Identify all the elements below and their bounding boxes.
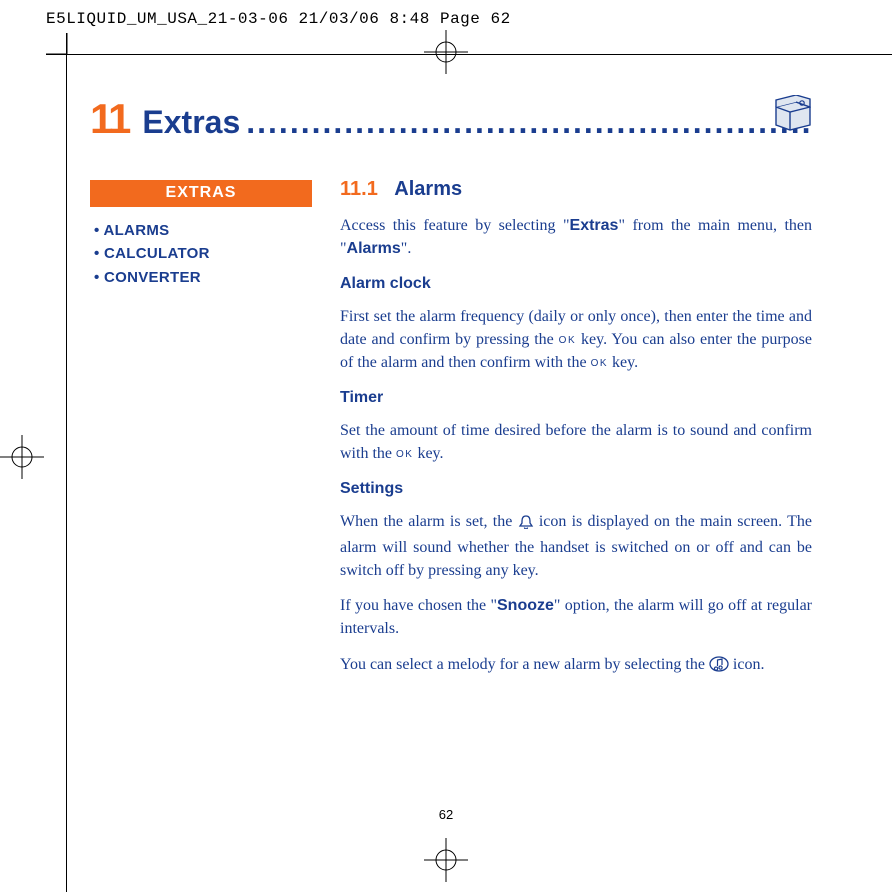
text: key.: [413, 445, 443, 462]
subheading-timer: Timer: [340, 387, 812, 410]
sidebar-item-converter: • CONVERTER: [94, 266, 312, 289]
text: Access this feature by selecting ": [340, 217, 570, 234]
section-number: 11.1: [340, 178, 378, 200]
settings-paragraph-1: When the alarm is set, the icon is displ…: [340, 511, 812, 582]
sidebar-menu: EXTRAS • ALARMS • CALCULATOR • CONVERTER: [90, 180, 312, 289]
sidebar-title: EXTRAS: [90, 180, 312, 207]
settings-paragraph-3: You can select a melody for a new alarm …: [340, 654, 812, 680]
section-title: Alarms: [394, 178, 462, 200]
intro-paragraph: Access this feature by selecting "Extras…: [340, 215, 812, 260]
text: icon.: [729, 656, 765, 673]
section-heading: 11.1 Alarms: [340, 178, 812, 201]
page-number: 62: [0, 807, 892, 822]
text: When the alarm is set, the: [340, 513, 518, 530]
ok-key-icon: OK: [591, 358, 608, 369]
crop-corner-icon: [46, 33, 68, 55]
registration-mark-left-icon: [0, 435, 44, 479]
text-bold: Alarms: [347, 240, 401, 257]
text: If you have chosen the ": [340, 597, 497, 614]
registration-mark-bottom-icon: [424, 838, 468, 882]
print-header: E5LIQUID_UM_USA_21-03-06 21/03/06 8:48 P…: [46, 10, 511, 28]
extras-box-icon: [772, 95, 814, 131]
ok-key-icon: OK: [396, 449, 413, 460]
text: ".: [401, 240, 412, 257]
text-bold: Snooze: [497, 597, 554, 614]
settings-paragraph-2: If you have chosen the "Snooze" option, …: [340, 595, 812, 640]
chapter-title: Extras: [142, 104, 240, 141]
alarm-clock-paragraph: First set the alarm frequency (daily or …: [340, 306, 812, 374]
chapter-heading: 11 Extras ..............................…: [90, 95, 814, 143]
crop-vertical-line: [66, 33, 67, 892]
chapter-number: 11: [90, 95, 128, 143]
melody-note-icon: [709, 656, 729, 680]
timer-paragraph: Set the amount of time desired before th…: [340, 420, 812, 465]
registration-mark-top-icon: [424, 30, 468, 74]
sidebar-item-alarms: • ALARMS: [94, 219, 312, 242]
sidebar-item-calculator: • CALCULATOR: [94, 242, 312, 265]
ok-key-icon: OK: [559, 335, 576, 346]
text: You can select a melody for a new alarm …: [340, 656, 709, 673]
text: key.: [608, 354, 638, 371]
main-content: 11.1 Alarms Access this feature by selec…: [340, 178, 812, 693]
text-bold: Extras: [570, 217, 619, 234]
subheading-settings: Settings: [340, 478, 812, 501]
crop-horizontal-line: [46, 54, 892, 55]
subheading-alarm-clock: Alarm clock: [340, 273, 812, 296]
alarm-bell-icon: [518, 514, 534, 537]
chapter-dots: ........................................…: [246, 104, 814, 141]
